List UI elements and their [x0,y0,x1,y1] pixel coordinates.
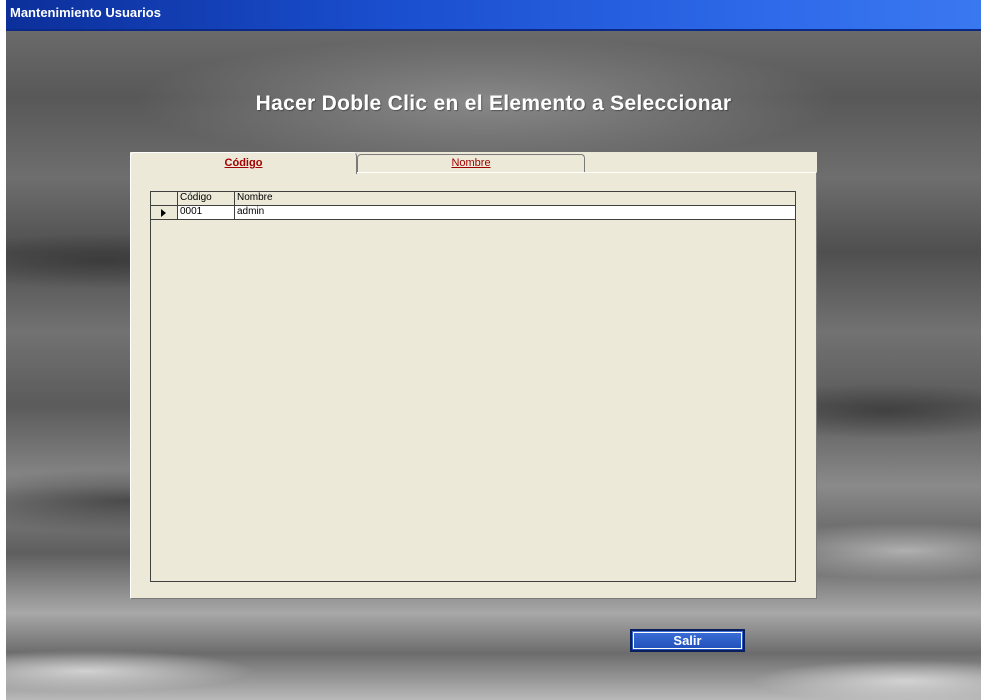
grid-header-indicator [151,192,178,205]
tab-nombre[interactable]: Nombre [357,154,585,173]
tab-codigo[interactable]: Código [130,152,357,174]
cell-codigo[interactable]: 0001 [178,206,235,219]
page-heading: Hacer Doble Clic en el Elemento a Selecc… [255,92,732,115]
grid-header-nombre[interactable]: Nombre [235,192,795,205]
window-title-bar[interactable]: Mantenimiento Usuarios [6,0,981,29]
tab-codigo-label: Código [224,157,263,169]
row-indicator [151,206,178,219]
window-title: Mantenimiento Usuarios [10,5,161,20]
cell-nombre[interactable]: admin [235,206,795,219]
tab-strip: Código Nombre [130,152,817,174]
grid-header: Código Nombre [151,192,795,206]
current-row-arrow-icon [161,209,166,217]
tab-nombre-label: Nombre [451,157,491,169]
exit-button[interactable]: Salir [630,629,745,652]
main-window: Mantenimiento Usuarios Hacer Doble Clic … [6,0,981,700]
table-row[interactable]: 0001 admin [151,206,795,220]
grid-header-codigo[interactable]: Código [178,192,235,205]
users-grid[interactable]: Código Nombre 0001 admin [150,191,796,582]
